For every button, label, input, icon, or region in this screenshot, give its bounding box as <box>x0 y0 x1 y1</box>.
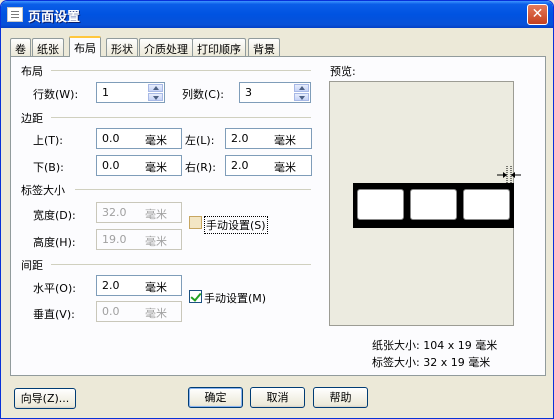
label-height-label: 高度(H): <box>33 236 76 249</box>
tab-shape[interactable]: 形状 <box>106 38 138 56</box>
layout-group-title: 布局 <box>21 65 43 78</box>
paper-size-info: 纸张大小: 104 x 19 毫米 <box>372 339 498 352</box>
cols-value: 3 <box>245 86 252 99</box>
tab-layout[interactable]: 布局 <box>69 36 101 57</box>
preview-paper <box>353 183 514 228</box>
left-margin-value: 2.0 <box>231 132 249 145</box>
preview-title: 预览: <box>330 65 356 78</box>
preview-label-2 <box>410 189 457 220</box>
horizontal-spacing-unit: 毫米 <box>145 281 167 294</box>
wizard-button[interactable]: 向导(Z)... <box>14 388 76 409</box>
spacing-manual-label[interactable]: 手动设置(M) <box>204 290 266 306</box>
bottom-margin-unit: 毫米 <box>145 161 167 174</box>
document-icon <box>7 7 23 22</box>
rows-up-arrow-icon[interactable] <box>148 84 163 92</box>
layout-group-divider <box>51 70 311 71</box>
label-height-input: 19.0 毫米 <box>96 229 182 250</box>
bottom-margin-label: 下(B): <box>33 161 64 174</box>
label-width-unit: 毫米 <box>145 208 167 221</box>
label-height-unit: 毫米 <box>145 235 167 248</box>
bottom-margin-input[interactable]: 0.0 毫米 <box>96 155 182 176</box>
top-margin-label: 上(T): <box>33 134 64 147</box>
preview-pane <box>329 81 521 326</box>
preview-label-3 <box>463 189 510 220</box>
tab-roll[interactable]: 卷 <box>10 38 31 56</box>
label-height-value: 19.0 <box>102 233 127 246</box>
vertical-spacing-value: 0.0 <box>102 305 120 318</box>
label-width-value: 32.0 <box>102 206 127 219</box>
right-margin-unit: 毫米 <box>274 161 296 174</box>
right-margin-label: 右(R): <box>185 161 216 174</box>
spacing-group-title: 间距 <box>21 259 43 272</box>
tab-print-order[interactable]: 打印顺序 <box>192 38 246 56</box>
margin-indicator-icon <box>497 166 521 184</box>
cancel-button[interactable]: 取消 <box>250 387 305 408</box>
horizontal-spacing-label: 水平(O): <box>33 282 76 295</box>
right-margin-input[interactable]: 2.0 毫米 <box>225 155 312 176</box>
top-margin-input[interactable]: 0.0 毫米 <box>96 128 182 149</box>
top-margin-unit: 毫米 <box>145 134 167 147</box>
horizontal-spacing-input[interactable]: 2.0 毫米 <box>96 275 182 296</box>
spacing-manual-checkbox[interactable] <box>189 290 202 303</box>
rows-stepper[interactable]: 1 <box>96 82 165 103</box>
ok-button[interactable]: 确定 <box>188 387 243 408</box>
horizontal-spacing-value: 2.0 <box>102 279 120 292</box>
title-bar: 页面设置 ✕ <box>1 1 553 28</box>
cols-stepper[interactable]: 3 <box>239 82 311 103</box>
cols-up-arrow-icon[interactable] <box>294 84 309 92</box>
margins-group-title: 边距 <box>21 112 43 125</box>
margins-group-divider <box>51 117 311 118</box>
label-size-manual-checkbox[interactable] <box>189 216 202 229</box>
right-margin-value: 2.0 <box>231 159 249 172</box>
label-size-info: 标签大小: 32 x 19 毫米 <box>372 356 491 369</box>
help-button[interactable]: 帮助 <box>313 387 368 408</box>
rows-down-arrow-icon[interactable] <box>148 93 163 101</box>
vertical-spacing-unit: 毫米 <box>145 307 167 320</box>
tab-paper[interactable]: 纸张 <box>32 38 64 56</box>
left-margin-unit: 毫米 <box>274 134 296 147</box>
window-title: 页面设置 <box>28 10 81 25</box>
label-width-input: 32.0 毫米 <box>96 202 182 223</box>
label-size-group-title: 标签大小 <box>21 184 65 197</box>
label-size-group-divider <box>75 189 311 190</box>
close-button[interactable]: ✕ <box>527 4 548 25</box>
tab-background[interactable]: 背景 <box>248 38 280 56</box>
cols-label: 列数(C): <box>182 88 224 101</box>
vertical-spacing-label: 垂直(V): <box>33 308 75 321</box>
spacing-group-divider <box>51 264 311 265</box>
page-setup-dialog: 页面设置 ✕ 卷 纸张 布局 形状 介质处理 打印顺序 背景 布局 行数(W):… <box>0 0 554 419</box>
vertical-spacing-input: 0.0 毫米 <box>96 301 182 322</box>
top-margin-value: 0.0 <box>102 132 120 145</box>
rows-label: 行数(W): <box>33 88 79 101</box>
cols-down-arrow-icon[interactable] <box>294 93 309 101</box>
label-width-label: 宽度(D): <box>33 209 76 222</box>
bottom-margin-value: 0.0 <box>102 159 120 172</box>
left-margin-input[interactable]: 2.0 毫米 <box>225 128 312 149</box>
left-margin-label: 左(L): <box>185 134 215 147</box>
tab-media-handling[interactable]: 介质处理 <box>139 38 193 56</box>
rows-value: 1 <box>102 86 109 99</box>
label-size-manual-label[interactable]: 手动设置(S) <box>204 216 268 234</box>
preview-label-1 <box>357 189 404 220</box>
